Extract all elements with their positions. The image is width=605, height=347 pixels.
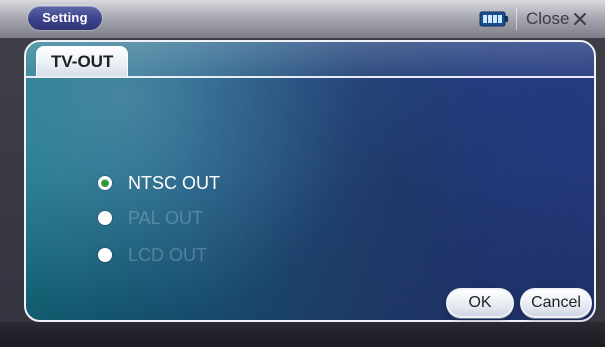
close-icon <box>574 13 587 25</box>
cancel-button[interactable]: Cancel <box>520 288 592 318</box>
cancel-label: Cancel <box>531 294 581 311</box>
ok-button[interactable]: OK <box>446 288 514 318</box>
radio-ntsc-icon <box>98 176 112 190</box>
titlebar: Setting Close <box>0 0 605 38</box>
close-button[interactable]: Close <box>526 8 587 30</box>
radio-lcd-icon <box>98 248 112 262</box>
tab-tv-out-label: TV-OUT <box>51 52 114 71</box>
tab-strip: TV-OUT <box>26 42 594 78</box>
settings-window: Setting Close TV-OUT NTSC OUT PAL OUT LC… <box>0 0 605 347</box>
close-label: Close <box>526 9 570 28</box>
option-ntsc-label: NTSC OUT <box>128 173 220 193</box>
title-divider <box>516 8 517 30</box>
tv-out-panel: TV-OUT NTSC OUT PAL OUT LCD OUT <box>24 40 596 322</box>
bottom-bezel <box>0 322 605 347</box>
option-ntsc-out[interactable]: NTSC OUT <box>98 169 220 197</box>
radio-pal-icon <box>98 211 112 225</box>
ok-label: OK <box>468 294 492 311</box>
option-lcd-out[interactable]: LCD OUT <box>98 241 207 269</box>
battery-icon <box>479 11 508 27</box>
tab-tv-out[interactable]: TV-OUT <box>36 46 129 76</box>
option-pal-label: PAL OUT <box>128 208 204 228</box>
option-pal-out[interactable]: PAL OUT <box>98 204 203 232</box>
option-lcd-label: LCD OUT <box>128 245 208 265</box>
setting-button[interactable]: Setting <box>28 6 102 30</box>
setting-label: Setting <box>42 10 88 25</box>
